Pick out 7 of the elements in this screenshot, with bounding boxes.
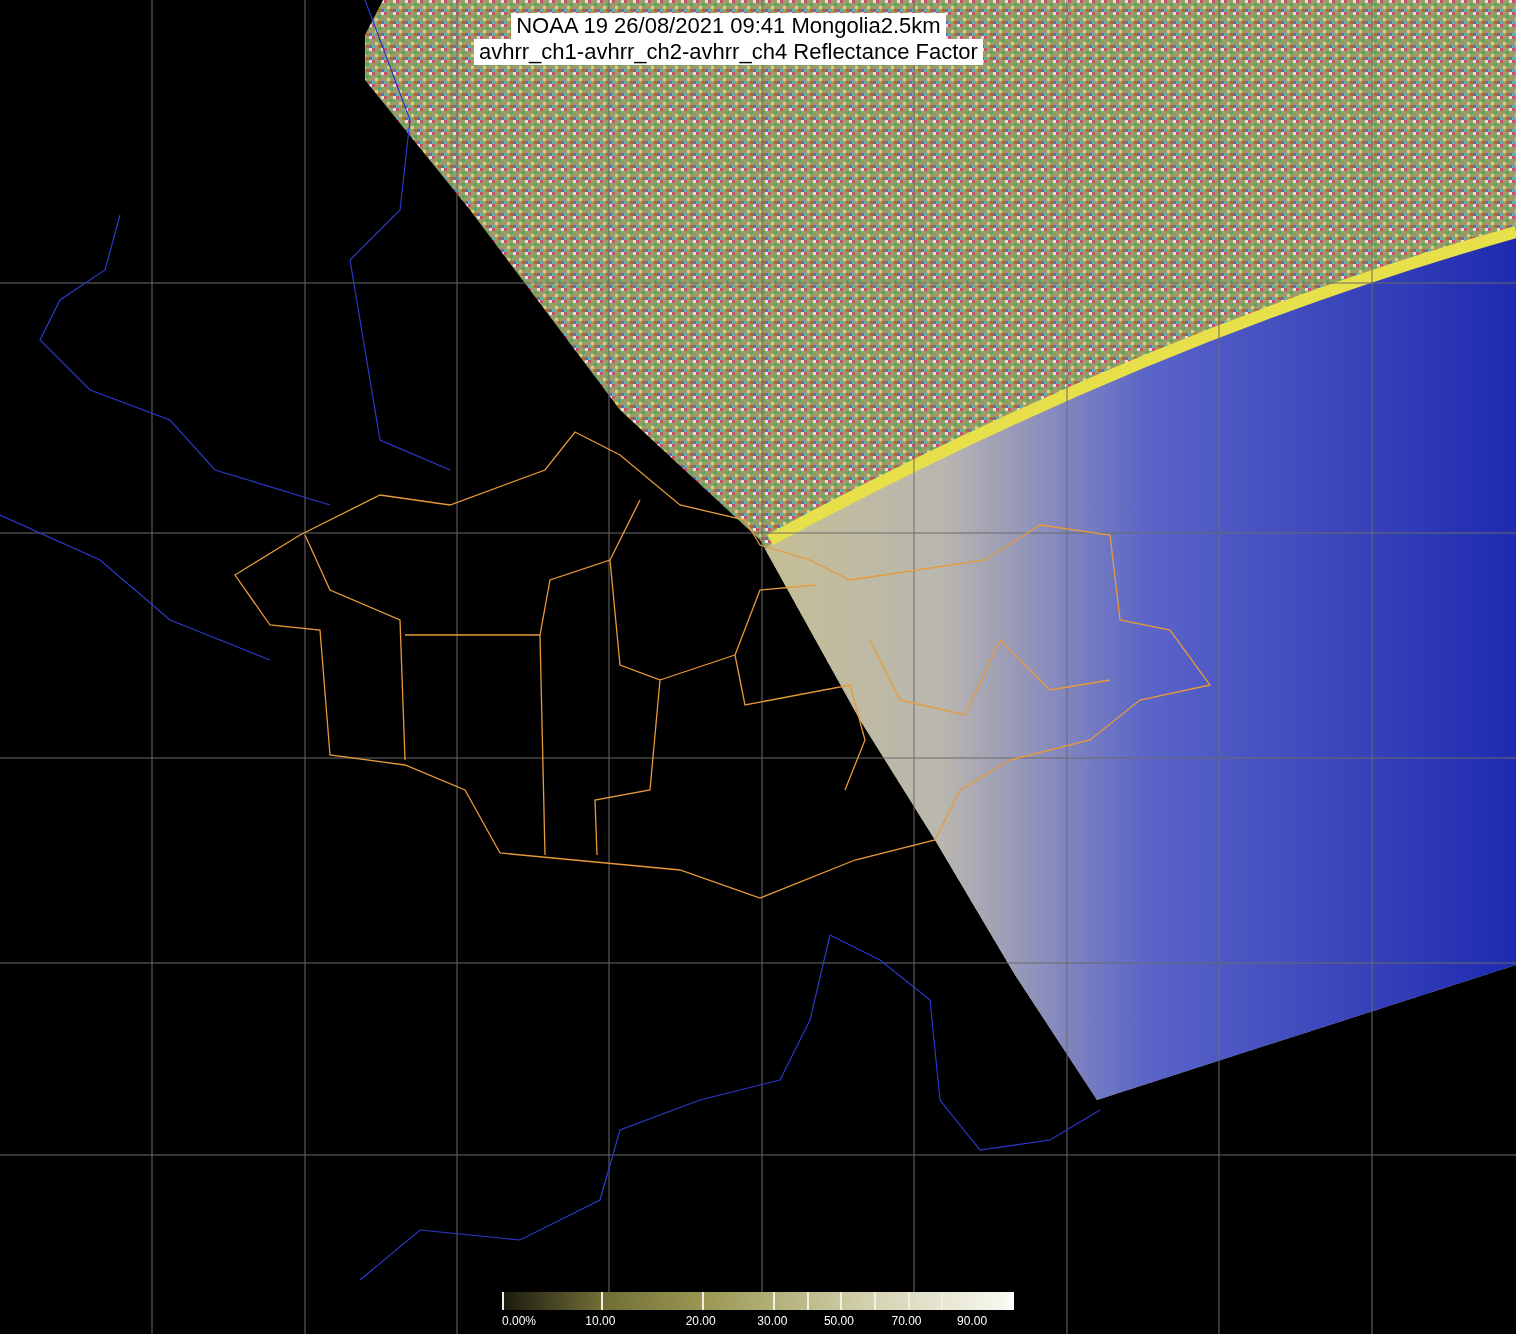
colorbar-label: 30.00 <box>757 1313 788 1330</box>
colorbar-label: 20.00 <box>685 1313 716 1330</box>
colorbar-label: 10.00 <box>585 1313 616 1330</box>
colorbar-label: 90.00 <box>957 1313 988 1330</box>
colorbar-label: 70.00 <box>891 1313 922 1330</box>
colorbar-label: 50.00 <box>823 1313 854 1330</box>
colorbar-label: 0.00% <box>502 1313 537 1330</box>
